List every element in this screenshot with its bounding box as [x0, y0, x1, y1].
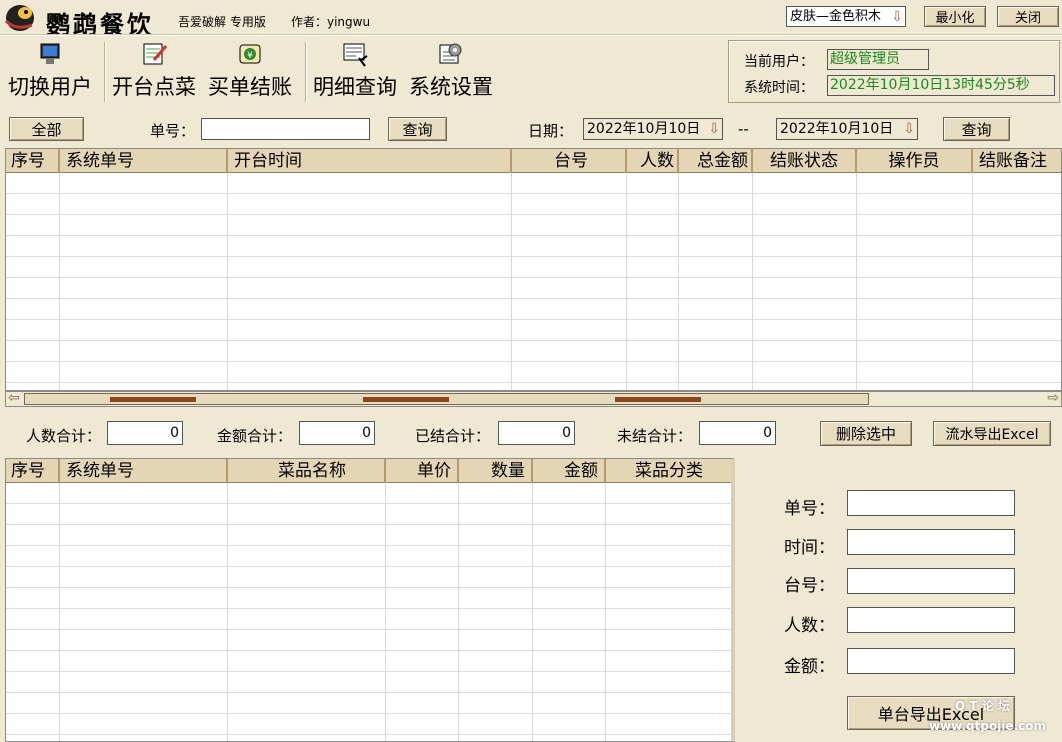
- current-user-value: 超级管理员: [827, 49, 929, 70]
- column-header[interactable]: 系统单号: [60, 459, 228, 483]
- settings-label: 系统设置: [409, 75, 493, 99]
- people-total-label: 人数合计：: [26, 427, 102, 445]
- order-no-label: 单号：: [150, 122, 196, 140]
- column-header[interactable]: 序号: [6, 149, 60, 173]
- skin-select-value: 皮肤—金色积木: [790, 9, 882, 24]
- toolbar-separator: [104, 42, 105, 102]
- column-header[interactable]: 单价: [386, 459, 459, 483]
- column-header[interactable]: 人数: [627, 149, 679, 173]
- column-header[interactable]: 结账状态: [753, 149, 857, 173]
- chevron-down-icon[interactable]: ⇩: [903, 119, 915, 139]
- column-header[interactable]: 开台时间: [228, 149, 512, 173]
- detail-people-label: 人数：: [784, 616, 835, 636]
- app-subtitle: 吾爱破解 专用版: [178, 15, 266, 29]
- watermark-title: Q T 论 坛: [955, 699, 1010, 713]
- app-author: 作者：yingwu: [291, 15, 371, 29]
- detail-people-input[interactable]: [847, 607, 1015, 633]
- toolbar-separator: [305, 42, 306, 102]
- detail-query-label: 明细查询: [313, 75, 397, 99]
- user-monitor-icon: [40, 43, 60, 64]
- watermark-url: www.qtpojie.com: [929, 719, 1046, 733]
- people-total-value: 0: [107, 421, 183, 445]
- column-header[interactable]: 系统单号: [60, 149, 228, 173]
- delete-selected-button[interactable]: 删除选中: [820, 421, 912, 446]
- chevron-down-icon[interactable]: ⇩: [708, 119, 720, 139]
- detail-time-input[interactable]: [847, 529, 1015, 555]
- svg-text:¥: ¥: [247, 51, 253, 61]
- scroll-right-icon[interactable]: ⇨: [1047, 390, 1059, 406]
- orders-table-header: 序号 系统单号 开台时间 台号 人数 总金额 结账状态 操作员 结账备注: [6, 149, 1061, 173]
- checkout-button[interactable]: ¥ 买单结账: [208, 40, 292, 102]
- unsettled-total-label: 未结合计：: [617, 427, 693, 445]
- open-order-label: 开台点菜: [112, 75, 196, 99]
- items-table[interactable]: 序号 系统单号 菜品名称 单价 数量 金额 菜品分类: [5, 458, 735, 742]
- orders-table-rows: [6, 173, 1061, 390]
- date-separator: --: [738, 120, 749, 138]
- report-runner-icon: [343, 43, 368, 67]
- detail-amount-label: 金额：: [784, 657, 835, 677]
- items-table-rows: [6, 483, 731, 741]
- column-header[interactable]: 总金额: [679, 149, 753, 173]
- date-to-picker[interactable]: 2022年10月10日 ⇩: [776, 118, 918, 140]
- query-order-button[interactable]: 查询: [388, 117, 447, 141]
- unsettled-total-value: 0: [699, 421, 776, 445]
- date-from-value: 2022年10月10日: [587, 121, 701, 137]
- toolbar-divider: [0, 34, 1062, 36]
- order-no-input[interactable]: [201, 118, 370, 140]
- amount-total-label: 金额合计：: [217, 427, 293, 445]
- gear-icon: [439, 43, 462, 64]
- column-header[interactable]: 结账备注: [973, 149, 1061, 173]
- detail-time-label: 时间：: [784, 538, 835, 558]
- column-header[interactable]: 操作员: [857, 149, 973, 173]
- system-time-label: 系统时间：: [744, 80, 814, 96]
- show-all-button[interactable]: 全部: [9, 117, 84, 141]
- query-date-button[interactable]: 查询: [943, 117, 1010, 141]
- detail-order-input[interactable]: [847, 490, 1015, 516]
- settings-button[interactable]: 系统设置: [409, 40, 493, 102]
- scroll-thumb[interactable]: [24, 393, 869, 405]
- chevron-down-icon[interactable]: ⇩: [891, 8, 903, 27]
- system-time-value: 2022年10月10日13时45分5秒: [827, 75, 1055, 96]
- orders-table[interactable]: 序号 系统单号 开台时间 台号 人数 总金额 结账状态 操作员 结账备注: [5, 148, 1062, 391]
- detail-table-label: 台号：: [784, 576, 835, 596]
- detail-table-input[interactable]: [847, 568, 1015, 594]
- switch-user-label: 切换用户: [8, 75, 92, 99]
- column-header[interactable]: 台号: [512, 149, 627, 173]
- column-header[interactable]: 菜品名称: [228, 459, 386, 483]
- column-header[interactable]: 金额: [533, 459, 606, 483]
- skin-select[interactable]: 皮肤—金色积木 ⇩: [786, 6, 906, 27]
- money-icon: ¥: [239, 44, 261, 64]
- column-header[interactable]: 数量: [459, 459, 533, 483]
- edit-sheet-icon: [143, 43, 168, 65]
- column-header[interactable]: 菜品分类: [606, 459, 731, 483]
- close-button[interactable]: 关闭: [997, 6, 1059, 27]
- current-user-label: 当前用户：: [744, 54, 814, 70]
- switch-user-button[interactable]: 切换用户: [8, 40, 92, 102]
- date-label: 日期：: [528, 122, 574, 140]
- orders-h-scrollbar[interactable]: ⇦ ⇨: [5, 390, 1062, 407]
- detail-amount-input[interactable]: [847, 648, 1015, 674]
- settled-total-value: 0: [498, 421, 575, 445]
- column-header[interactable]: 序号: [6, 459, 60, 483]
- detail-query-button[interactable]: 明细查询: [313, 40, 397, 102]
- date-to-value: 2022年10月10日: [780, 121, 894, 137]
- detail-order-label: 单号：: [784, 499, 835, 519]
- amount-total-value: 0: [299, 421, 375, 445]
- app-logo-icon: [2, 1, 38, 33]
- date-from-picker[interactable]: 2022年10月10日 ⇩: [583, 118, 723, 140]
- items-table-header: 序号 系统单号 菜品名称 单价 数量 金额 菜品分类: [6, 459, 731, 483]
- checkout-label: 买单结账: [208, 75, 292, 99]
- minimize-button[interactable]: 最小化: [924, 6, 986, 27]
- open-order-button[interactable]: 开台点菜: [112, 40, 196, 102]
- scroll-left-icon[interactable]: ⇦: [8, 390, 20, 406]
- settled-total-label: 已结合计：: [415, 427, 491, 445]
- export-flow-excel-button[interactable]: 流水导出Excel: [933, 421, 1051, 446]
